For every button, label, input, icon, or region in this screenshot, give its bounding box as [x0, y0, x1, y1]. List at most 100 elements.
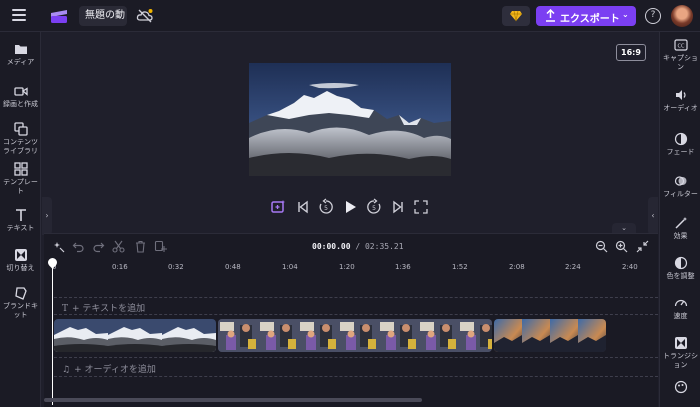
add-audio-button[interactable]: ♫ + オーディオを追加: [62, 362, 156, 375]
speaker-icon: [675, 90, 686, 100]
text-icon: T: [62, 304, 69, 314]
sidebar-item-content-library[interactable]: コンテンツ ライブラリ: [0, 122, 41, 156]
panel-item-transitions[interactable]: トランジシ ョン: [660, 336, 700, 370]
sidebar-item-brand-kit[interactable]: ブランドキ ット: [0, 286, 41, 320]
timeline-panel: 00:00.00 / 02:35.21 0 0:16 0:32 0:48 1:0…: [44, 233, 658, 407]
audio-track[interactable]: ♫ + オーディオを追加: [54, 357, 658, 377]
magic-wand-icon: [674, 217, 687, 229]
forward-5s-icon[interactable]: 5: [365, 198, 383, 216]
video-clip-sunset[interactable]: [494, 319, 606, 352]
panel-item-adjust-colors[interactable]: 色を調整: [660, 256, 700, 281]
svg-text:CC: CC: [677, 44, 684, 50]
sidebar-item-label: コンテンツ ライブラリ: [3, 138, 38, 155]
mountain-preview-image: [249, 63, 451, 176]
aspect-ratio-button[interactable]: 16:9: [616, 44, 646, 61]
panel-item-label: オーディオ: [663, 104, 698, 112]
add-scene-icon[interactable]: [270, 198, 288, 216]
magic-edit-icon[interactable]: [52, 240, 65, 253]
speedometer-icon: [674, 299, 687, 307]
avatar[interactable]: [671, 5, 693, 27]
panel-item-effects[interactable]: 効果: [660, 216, 700, 241]
panel-item-fade[interactable]: フェード: [660, 132, 700, 157]
zoom-in-icon[interactable]: [615, 240, 628, 253]
sidebar-item-templates[interactable]: テンプレー ト: [0, 162, 41, 196]
music-note-icon: ♫: [62, 365, 71, 375]
fade-icon: [674, 132, 687, 146]
sidebar-item-label: 録画と作成: [3, 100, 38, 108]
timeline-ruler[interactable]: 0 0:16 0:32 0:48 1:04 1:20 1:36 1:52 2:0…: [52, 261, 658, 275]
split-scissors-icon[interactable]: [112, 240, 125, 253]
expand-left-panel-button[interactable]: ›: [42, 197, 52, 235]
undo-icon[interactable]: [72, 240, 85, 253]
rewind-5s-icon[interactable]: 5: [317, 198, 335, 216]
library-icon: [13, 122, 28, 136]
redo-icon[interactable]: [92, 240, 105, 253]
video-clip-mountain[interactable]: [54, 319, 216, 352]
cloud-off-icon[interactable]: [136, 7, 154, 25]
current-time: 00:00.00: [312, 242, 351, 251]
svg-text:5: 5: [324, 205, 328, 212]
skip-back-icon[interactable]: [294, 198, 312, 216]
tick-label: 2:40: [622, 263, 638, 271]
tick-label: 0:16: [112, 263, 128, 271]
menu-icon[interactable]: [12, 9, 26, 23]
sidebar-item-label: メディア: [6, 58, 35, 66]
diamond-icon: [510, 10, 522, 22]
panel-item-label: フェード: [666, 148, 695, 156]
panel-item-audio[interactable]: オーディオ: [660, 88, 700, 113]
delete-icon[interactable]: [134, 240, 147, 253]
export-button[interactable]: エクスポート ⌄: [536, 6, 636, 26]
sidebar-item-label: 切り替え: [6, 264, 35, 272]
panel-item-label: 速度: [673, 312, 688, 320]
fit-timeline-icon[interactable]: [636, 240, 649, 253]
brand-kit-icon: [14, 287, 27, 300]
chevron-down-icon[interactable]: ⌄: [612, 223, 636, 233]
duplicate-icon[interactable]: [154, 240, 167, 253]
zoom-out-icon[interactable]: [595, 240, 608, 253]
skip-forward-icon[interactable]: [389, 198, 407, 216]
playhead[interactable]: [52, 262, 53, 405]
text-track[interactable]: T + テキストを追加: [54, 297, 658, 315]
tick-label: 0:32: [168, 263, 184, 271]
transition-icon: [674, 337, 687, 349]
panel-item-label: 効果: [673, 232, 688, 240]
video-clip-people[interactable]: [218, 319, 492, 352]
sidebar-item-media[interactable]: メディア: [0, 42, 41, 67]
tick-label: 2:24: [565, 263, 581, 271]
fullscreen-icon[interactable]: [412, 198, 430, 216]
timecode: 00:00.00 / 02:35.21: [312, 242, 404, 251]
upload-icon: [546, 9, 555, 22]
left-sidebar: メディア 録画と作成 コンテンツ ライブラリ テンプレー ト テキスト 切り替え…: [0, 32, 41, 407]
add-text-button[interactable]: T + テキストを追加: [62, 301, 145, 314]
clip-thumbnails: [218, 319, 492, 352]
panel-item-captions[interactable]: CC キャプショ ン: [660, 38, 700, 72]
panel-item-label: トランジシ ョン: [663, 352, 698, 369]
video-track[interactable]: [54, 319, 606, 352]
premium-button[interactable]: [502, 6, 530, 26]
svg-text:5: 5: [372, 205, 376, 212]
sidebar-item-transitions[interactable]: 切り替え: [0, 248, 41, 273]
timeline-toolbar: 00:00.00 / 02:35.21: [44, 234, 658, 260]
timeline-horizontal-scrollbar[interactable]: [44, 398, 422, 402]
video-preview[interactable]: [249, 63, 451, 176]
help-icon[interactable]: ?: [645, 8, 661, 24]
expand-right-panel-button[interactable]: ‹: [648, 197, 658, 235]
panel-item-filters[interactable]: フィルター: [660, 174, 700, 199]
transition-icon: [14, 249, 27, 261]
sidebar-item-label: ブランドキ ット: [3, 302, 38, 319]
tick-label: 0:48: [225, 263, 241, 271]
captions-icon: CC: [673, 39, 688, 51]
sidebar-item-record[interactable]: 録画と作成: [0, 84, 41, 109]
play-icon[interactable]: [341, 198, 359, 216]
contrast-icon: [674, 256, 687, 270]
clip-thumbnails: [54, 319, 216, 352]
panel-item-speed[interactable]: 速度: [660, 296, 700, 321]
filter-icon: [674, 176, 686, 186]
sidebar-item-text[interactable]: テキスト: [0, 208, 41, 233]
project-title-input[interactable]: 無題の動: [79, 6, 127, 26]
chevron-down-icon: ⌄: [622, 10, 629, 19]
panel-item-more[interactable]: [660, 380, 700, 394]
templates-icon: [13, 162, 28, 176]
tick-label: 1:36: [395, 263, 411, 271]
clipchamp-logo-icon[interactable]: [50, 8, 68, 24]
